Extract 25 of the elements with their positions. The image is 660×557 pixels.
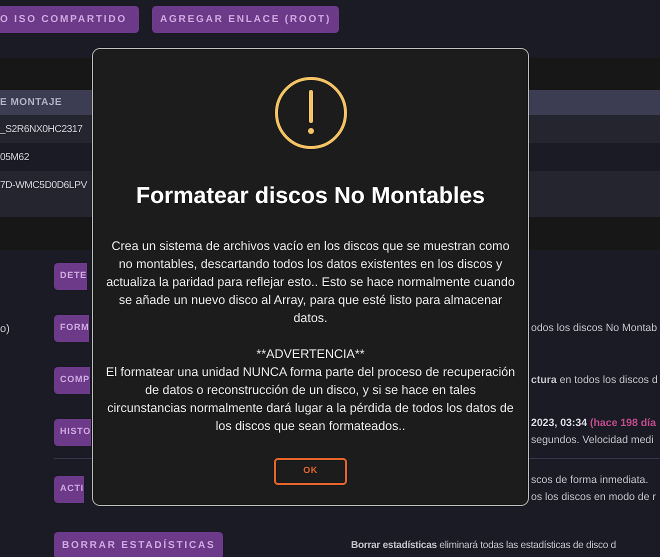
table-cell-text: _S2R6NX0HC2317 (0, 122, 83, 136)
toolbar-button[interactable]: AGREGAR ENLACE (ROOT) (152, 6, 340, 33)
dialog-text: Crea un sistema de archivos vacío en los discos que se muestran como no montables, descartando todos los datos existentes en los discos y actualiza la paridad para reflejar esto.. Esto se hace normalmente cuando se añade un nuevo disco al Array, para que esté listo para almacenar datos. (105, 238, 516, 326)
action-button[interactable]: ACTI (54, 476, 84, 502)
description-text: os los discos en modo de r (531, 490, 656, 505)
description-text: scos de forma inmediata. (531, 473, 650, 488)
warning-icon (274, 76, 348, 150)
dialog-text: **ADVERTENCIA** (256, 346, 365, 362)
action-button[interactable]: COMP (54, 366, 90, 394)
note-text: o) (0, 323, 10, 335)
description-text: segundos. Velocidad medi (531, 433, 655, 448)
dialog-title: Formatear discos No Montables (136, 181, 485, 210)
description-text: Borrar estadísticas eliminará todas las estadísticas de disco d (351, 538, 616, 552)
ok-button[interactable]: OK (274, 458, 347, 484)
dialog-text: El formatear una unidad NUNCA forma parte del proceso de recuperación de datos o reconstrucción de un disco, y si se hace en tales circunstancias normalmente dará lugar a la pérdida de todos los datos de los discos que sean formateados.. (104, 364, 516, 434)
action-button[interactable]: FORM (54, 314, 90, 342)
action-button[interactable]: BORRAR ESTADÍSTICAS (54, 532, 224, 557)
table-cell-text: 7D-WMC5D0D6LPV (0, 178, 87, 192)
description-text: ctura en todos los discos d (531, 372, 658, 388)
action-button[interactable]: DETE (54, 262, 87, 290)
action-button[interactable]: HISTO (54, 418, 91, 446)
description-text: odos los discos No Montab (531, 320, 658, 336)
history-text: 2023, 03:34 (hace 198 día (531, 416, 656, 431)
toolbar-button[interactable]: O ISO COMPARTIDO (0, 6, 139, 33)
table-cell-text: 05M62 (0, 150, 30, 164)
